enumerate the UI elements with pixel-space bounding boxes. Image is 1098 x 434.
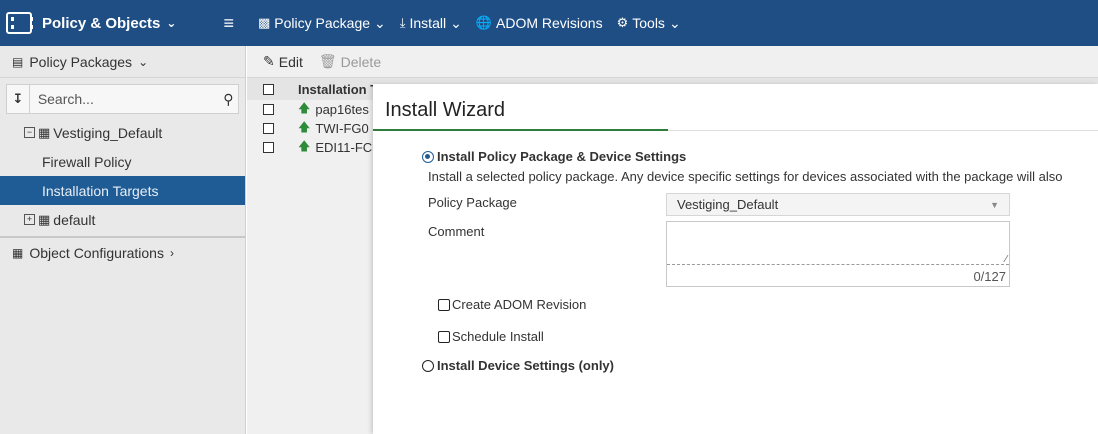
chevron-down-icon: ⌄ [450, 14, 462, 31]
row-checkbox[interactable] [263, 123, 274, 134]
tree-item-vestiging-default[interactable]: − ▦ Vestiging_Default [0, 118, 245, 147]
arrow-up-icon: 🡅 [298, 120, 311, 134]
row-label: EDI11-FC [315, 140, 373, 155]
checkbox[interactable] [438, 330, 450, 343]
chevron-down-icon: ⌄ [374, 14, 386, 31]
chevron-down-icon: ⌄ [668, 14, 681, 31]
select-value: Vestiging_Default [677, 197, 779, 212]
tree-item-label: Vestiging_Default [53, 124, 163, 141]
package-icon: ▦ [38, 124, 51, 140]
tree-item-firewall-policy[interactable]: Firewall Policy [0, 147, 245, 176]
column-header: Installation T [298, 81, 379, 97]
chevron-right-icon: › [169, 246, 174, 260]
menu-tools[interactable]: ⚙ Tools ⌄ [617, 15, 681, 32]
row-checkbox[interactable] [263, 142, 274, 153]
package-icon: ▩ [258, 15, 271, 30]
package-icon: ▦ [38, 211, 51, 227]
comment-label: Comment [428, 224, 485, 239]
install-icon: ⤓ [399, 15, 406, 30]
search-input[interactable] [29, 85, 219, 113]
select-all-checkbox[interactable] [263, 83, 274, 95]
menu-label: Install [409, 15, 447, 31]
chevron-down-icon: ⌄ [138, 54, 149, 69]
menu-label: Policy Package [274, 15, 371, 31]
arrow-up-icon: 🡅 [298, 139, 311, 153]
checkbox-label: Create ADOM Revision [452, 297, 587, 312]
tree-item-default[interactable]: + ▦ default [0, 205, 245, 234]
globe-icon: 🌐 [475, 15, 492, 30]
edit-label: Edit [278, 53, 303, 70]
tree-item-label: Installation Targets [42, 182, 159, 199]
main-toolbar: ✎ Edit 🗑 Delete [247, 46, 1098, 78]
hamburger-menu-icon[interactable]: ≡ [223, 14, 234, 32]
radio-unchecked-icon[interactable] [422, 359, 434, 372]
gear-icon: ⚙ [616, 15, 629, 30]
option-install-policy-package[interactable]: Install Policy Package & Device Settings [422, 149, 686, 164]
collapse-icon[interactable]: − [24, 127, 35, 138]
policy-package-label: Policy Package [428, 195, 517, 210]
menu-install[interactable]: ⤓ Install ⌄ [400, 15, 462, 32]
tree-item-installation-targets[interactable]: Installation Targets [0, 176, 245, 205]
policy-packages-dropdown[interactable]: ▤ Policy Packages ⌄ [0, 46, 245, 78]
row-label: TWI-FG0 [315, 121, 369, 136]
option-label: Install Device Settings (only) [437, 358, 614, 373]
menu-label: ADOM Revisions [496, 15, 603, 31]
radio-checked-icon[interactable] [422, 150, 434, 163]
sidebar: ▤ Policy Packages ⌄ ↧ ⚲ − ▦ Vestiging_De… [0, 46, 246, 434]
comment-textarea[interactable] [667, 222, 1009, 265]
delete-button[interactable]: 🗑 Delete [319, 53, 381, 70]
resize-grip-icon[interactable]: ∕ [1005, 254, 1007, 265]
comment-field[interactable]: ∕ 0/127 [666, 221, 1010, 287]
delete-label: Delete [340, 53, 382, 70]
app-title-label: Policy & Objects [42, 14, 161, 32]
grid-icon: ▦ [12, 246, 24, 260]
create-adom-revision-option[interactable]: Create ADOM Revision [438, 297, 586, 312]
expand-icon[interactable]: + [24, 214, 35, 225]
edit-button[interactable]: ✎ Edit [263, 53, 303, 70]
search-bar: ↧ ⚲ [6, 84, 239, 114]
app-title-menu[interactable]: Policy & Objects ⌄ ≡ [0, 0, 246, 46]
tree-item-label: Firewall Policy [42, 153, 132, 170]
sidebar-header-label: Policy Packages [29, 53, 133, 70]
trash-icon: 🗑 [318, 53, 337, 69]
menu-policy-package[interactable]: ▩ Policy Package ⌄ [258, 15, 386, 32]
chevron-down-icon: ⌄ [166, 16, 177, 30]
row-checkbox[interactable] [263, 104, 274, 115]
policy-package-select[interactable]: Vestiging_Default ▼ [666, 193, 1010, 216]
menu-adom-revisions[interactable]: 🌐 ADOM Revisions [476, 15, 603, 31]
app-grid-icon [6, 12, 33, 34]
top-menu: ▩ Policy Package ⌄ ⤓ Install ⌄ 🌐 ADOM Re… [246, 15, 681, 32]
search-icon[interactable]: ⚲ [219, 91, 238, 108]
char-counter: 0/127 [973, 269, 1006, 284]
option-label: Install Policy Package & Device Settings [437, 149, 687, 164]
caret-down-icon: ▼ [990, 199, 999, 210]
sort-icon[interactable]: ↧ [7, 85, 30, 113]
object-configurations-item[interactable]: ▦ Object Configurations › [0, 238, 245, 268]
tree-item-label: default [53, 211, 96, 228]
checkbox[interactable] [438, 298, 450, 311]
install-wizard-dialog: Install Wizard Install Policy Package & … [373, 84, 1098, 434]
top-bar: Policy & Objects ⌄ ≡ ▩ Policy Package ⌄ … [0, 0, 1098, 46]
arrow-up-icon: 🡅 [298, 101, 311, 115]
row-label: pap16tes [315, 102, 369, 117]
menu-label: Tools [632, 15, 665, 31]
checkbox-label: Schedule Install [452, 329, 544, 344]
list-icon: ▤ [12, 54, 24, 69]
option-description: Install a selected policy package. Any d… [428, 169, 1063, 184]
schedule-install-option[interactable]: Schedule Install [438, 329, 544, 344]
dialog-title: Install Wizard [373, 84, 1098, 131]
object-configurations-label: Object Configurations [29, 245, 164, 261]
option-install-device-settings[interactable]: Install Device Settings (only) [422, 358, 614, 373]
edit-icon: ✎ [263, 53, 275, 69]
